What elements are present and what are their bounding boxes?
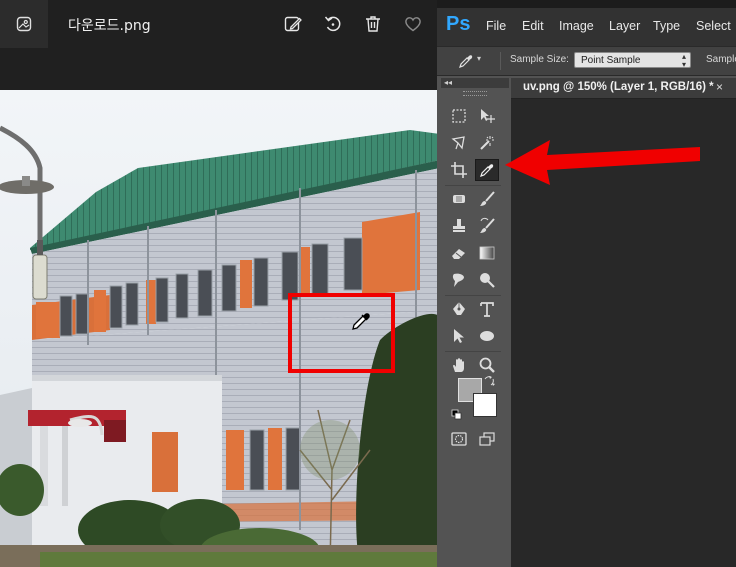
menu-select[interactable]: Select — [696, 19, 731, 33]
clone-stamp-tool-icon[interactable] — [447, 215, 471, 237]
eraser-tool-icon[interactable] — [447, 242, 471, 264]
window-top-strip — [437, 0, 736, 8]
preset-dropdown-arrow-icon[interactable]: ▾ — [477, 54, 481, 63]
lasso-tool-icon[interactable] — [447, 132, 471, 154]
dodge-tool-icon[interactable] — [475, 269, 499, 291]
path-selection-tool-icon[interactable] — [447, 325, 471, 347]
move-tool-icon[interactable] — [475, 105, 499, 127]
healing-brush-tool-icon[interactable] — [447, 188, 471, 210]
menu-layer[interactable]: Layer — [609, 19, 640, 33]
sample-label: Sample — [706, 54, 736, 65]
viewer-canvas-background — [0, 48, 440, 90]
menu-type[interactable]: Type — [653, 19, 680, 33]
zoom-tool-icon[interactable] — [475, 354, 499, 376]
eyedropper-cursor-icon — [349, 309, 373, 333]
sample-size-value: Point Sample — [581, 55, 641, 66]
menu-file[interactable]: File — [486, 19, 506, 33]
gradient-tool-icon[interactable] — [475, 242, 499, 264]
photos-app-icon[interactable] — [0, 0, 48, 48]
magic-wand-tool-icon[interactable] — [475, 132, 499, 154]
default-colors-icon[interactable] — [451, 408, 463, 420]
eyedropper-preset-icon[interactable] — [457, 52, 475, 70]
select-arrows-icon: ▴ ▾ — [681, 52, 686, 69]
delete-icon[interactable] — [361, 12, 385, 36]
history-brush-tool-icon[interactable] — [475, 215, 499, 237]
viewer-filename: 다운로드.png — [68, 18, 151, 34]
highlight-rectangle — [288, 293, 395, 373]
marquee-tool-icon[interactable] — [447, 105, 471, 127]
menu-bar: Ps File Edit Image Layer Type Select — [437, 8, 736, 46]
panel-grip[interactable] — [463, 91, 487, 96]
close-tab-icon[interactable]: × — [716, 80, 723, 94]
menu-edit[interactable]: Edit — [522, 19, 544, 33]
eyedropper-tool-icon[interactable] — [475, 159, 499, 181]
photoshop-logo: Ps — [446, 13, 471, 35]
document-tab-label: uv.png @ 150% (Layer 1, RGB/16) * — [523, 81, 714, 93]
type-tool-icon[interactable] — [475, 298, 499, 320]
edit-image-icon[interactable] — [281, 12, 305, 36]
brush-tool-icon[interactable] — [475, 188, 499, 210]
menu-image[interactable]: Image — [559, 19, 594, 33]
rotate-icon[interactable] — [321, 12, 345, 36]
options-divider — [500, 52, 501, 70]
tools-panel: ◂◂ — [441, 78, 509, 567]
pen-tool-icon[interactable] — [447, 298, 471, 320]
quick-mask-icon[interactable] — [447, 428, 471, 450]
favorite-icon[interactable] — [401, 12, 425, 36]
hand-tool-icon[interactable] — [447, 354, 471, 376]
tool-separator — [445, 295, 501, 296]
background-color-swatch[interactable] — [473, 393, 497, 417]
annotation-arrow-icon — [505, 135, 705, 195]
screen-mode-icon[interactable] — [475, 428, 499, 450]
sample-size-select[interactable]: Point Sample ▴ ▾ — [574, 52, 691, 69]
sample-size-label: Sample Size: — [510, 54, 569, 65]
swap-colors-icon[interactable] — [483, 374, 495, 386]
smudge-tool-icon[interactable] — [447, 269, 471, 291]
tool-separator — [445, 351, 501, 352]
photoshop-window: Ps File Edit Image Layer Type Select ▾ S… — [437, 0, 736, 567]
tool-separator — [445, 185, 501, 186]
collapse-panel-icon[interactable]: ◂◂ — [441, 78, 509, 88]
crop-tool-icon[interactable] — [447, 159, 471, 181]
options-bar: ▾ Sample Size: Point Sample ▴▾ Sample — [437, 46, 736, 76]
ellipse-tool-icon[interactable] — [475, 325, 499, 347]
document-tab[interactable]: uv.png @ 150% (Layer 1, RGB/16) * × — [511, 78, 736, 99]
photo-viewer-titlebar: 다운로드.png — [0, 0, 440, 48]
